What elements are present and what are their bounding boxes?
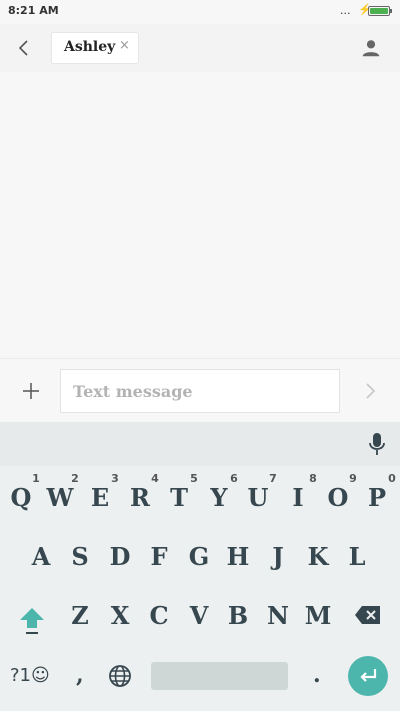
add-attachment-icon[interactable] <box>20 380 42 402</box>
remove-recipient-icon[interactable]: × <box>119 38 130 53</box>
soft-keyboard: 1Q 2W 3E 4R 5T 6Y 7U 8I 9O 0P A S D F G … <box>0 422 400 711</box>
key-p[interactable]: 0P <box>362 472 396 512</box>
message-list <box>0 72 400 358</box>
recipient-name: Ashley <box>64 39 116 55</box>
backspace-icon[interactable] <box>354 604 382 626</box>
key-k[interactable]: K <box>303 543 333 571</box>
key-a[interactable]: A <box>26 543 56 571</box>
key-o[interactable]: 9O <box>323 472 357 512</box>
battery-icon <box>368 6 392 16</box>
key-i[interactable]: 8I <box>283 472 316 512</box>
key-x[interactable]: X <box>105 602 135 630</box>
contact-person-icon[interactable] <box>360 37 382 59</box>
key-s[interactable]: S <box>65 543 95 571</box>
period-key[interactable]: . <box>313 662 321 688</box>
key-h[interactable]: H <box>223 543 253 571</box>
key-g[interactable]: G <box>184 543 214 571</box>
app-bar: Ashley × <box>0 24 400 72</box>
microphone-icon[interactable] <box>367 432 387 456</box>
shift-arrow-icon[interactable] <box>18 606 46 636</box>
back-arrow-icon[interactable] <box>12 36 36 60</box>
key-b[interactable]: B <box>223 602 253 630</box>
key-e[interactable]: 3E <box>85 472 119 512</box>
key-d[interactable]: D <box>105 543 135 571</box>
enter-arrow-icon <box>360 669 377 682</box>
key-u[interactable]: 7U <box>243 472 277 512</box>
key-v[interactable]: V <box>184 602 214 630</box>
status-overflow: ... <box>340 4 351 17</box>
key-w[interactable]: 2W <box>45 472 79 512</box>
compose-bar <box>0 358 400 422</box>
key-n[interactable]: N <box>263 602 293 630</box>
send-arrow-icon[interactable] <box>360 381 380 401</box>
key-q[interactable]: 1Q <box>6 472 40 512</box>
symbols-key[interactable]: ?1☺ <box>10 665 50 686</box>
key-z[interactable]: Z <box>65 602 95 630</box>
status-bar: 8:21 AM ... ⚡ <box>0 0 400 24</box>
key-r[interactable]: 4R <box>125 472 159 512</box>
space-bar[interactable] <box>151 662 288 690</box>
key-j[interactable]: J <box>263 543 293 571</box>
globe-icon[interactable] <box>108 664 132 688</box>
key-f[interactable]: F <box>144 543 174 571</box>
key-c[interactable]: C <box>144 602 174 630</box>
message-input[interactable] <box>60 369 340 413</box>
enter-button[interactable] <box>348 656 388 696</box>
key-t[interactable]: 5T <box>164 472 198 512</box>
keyboard-suggestion-bar <box>0 422 400 466</box>
key-l[interactable]: L <box>342 543 372 571</box>
key-y[interactable]: 6Y <box>204 472 237 512</box>
recipient-chip[interactable]: Ashley × <box>52 33 138 63</box>
key-m[interactable]: M <box>303 602 333 630</box>
status-time: 8:21 AM <box>8 4 59 17</box>
comma-key[interactable]: , <box>76 662 84 688</box>
